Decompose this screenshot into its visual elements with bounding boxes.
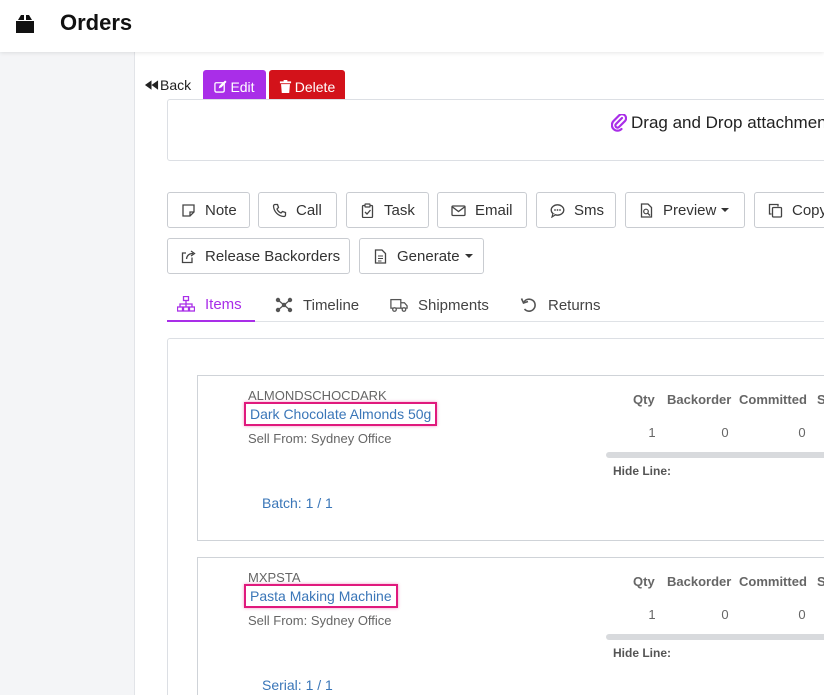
product-name-link[interactable]: Dark Chocolate Almonds 50g — [244, 402, 438, 426]
edit-label: Edit — [230, 78, 255, 95]
truck-icon — [390, 298, 408, 312]
item-sku: MXPSTA — [248, 570, 301, 585]
edit-icon — [214, 80, 227, 93]
file-text-icon — [374, 248, 387, 264]
tab-returns[interactable]: Returns — [510, 288, 611, 322]
trash-icon — [279, 80, 291, 93]
backorder-value: 0 — [721, 425, 729, 440]
paperclip-icon — [611, 114, 627, 132]
batch-link[interactable]: Batch: 1 / 1 — [262, 495, 333, 511]
item-sku: ALMONDSCHOCDARK — [248, 388, 387, 403]
back-button[interactable]: Back — [144, 77, 191, 93]
col-header-backorder: Backorder — [667, 392, 732, 407]
qty-value: 1 — [648, 425, 656, 440]
box-icon — [16, 15, 34, 33]
committed-value: 0 — [798, 607, 806, 622]
col-header-backorder: Backorder — [667, 574, 732, 589]
file-search-icon — [640, 202, 653, 218]
tab-shipments[interactable]: Shipments — [380, 288, 499, 322]
phone-icon — [272, 203, 287, 217]
qty-value: 1 — [648, 607, 656, 622]
call-label: Call — [296, 201, 322, 219]
sitemap-icon — [177, 296, 195, 312]
sell-from-text: Sell From: Sydney Office — [248, 613, 392, 628]
tab-returns-label: Returns — [548, 296, 601, 314]
hide-line-label: Hide Line: — [613, 646, 672, 660]
email-label: Email — [475, 201, 513, 219]
network-icon — [275, 297, 293, 313]
backorder-value: 0 — [721, 607, 729, 622]
share-icon — [181, 249, 196, 263]
backward-icon — [144, 80, 159, 90]
tab-items[interactable]: Items — [167, 288, 255, 322]
back-label: Back — [160, 77, 192, 93]
generate-label: Generate — [397, 247, 460, 265]
sell-from-text: Sell From: Sydney Office — [248, 431, 392, 446]
sms-chat-icon — [550, 203, 565, 218]
col-header-s: S — [817, 574, 824, 589]
envelope-icon — [451, 204, 466, 216]
dropzone-label: Drag and Drop attachmen — [631, 113, 824, 132]
generate-dropdown-button[interactable]: Generate — [359, 238, 484, 274]
note-icon — [182, 203, 195, 217]
tab-items-label: Items — [205, 295, 242, 313]
col-header-committed: Committed — [739, 392, 807, 407]
sms-button[interactable]: Sms — [536, 192, 616, 228]
col-header-qty: Qty — [633, 392, 655, 407]
task-label: Task — [384, 201, 415, 219]
delete-label: Delete — [294, 78, 336, 95]
col-header-committed: Committed — [739, 574, 807, 589]
release-backorders-label: Release Backorders — [205, 247, 341, 265]
clipboard-check-icon — [361, 202, 374, 218]
horizontal-scrollbar[interactable] — [606, 452, 824, 458]
copy-button[interactable]: Copy — [754, 192, 824, 228]
tab-shipments-label: Shipments — [418, 296, 489, 314]
sms-label: Sms — [574, 201, 604, 219]
caret-down-icon — [464, 254, 473, 258]
attachment-dropzone[interactable]: Drag and Drop attachmen — [167, 99, 824, 161]
tab-timeline[interactable]: Timeline — [265, 288, 369, 322]
page-title: Orders — [60, 10, 133, 35]
tab-timeline-label: Timeline — [303, 296, 360, 314]
col-header-qty: Qty — [633, 574, 655, 589]
order-line-item: ALMONDSCHOCDARK Dark Chocolate Almonds 5… — [197, 375, 824, 541]
horizontal-scrollbar[interactable] — [606, 634, 824, 640]
top-bar: Orders — [0, 0, 824, 52]
release-backorders-button[interactable]: Release Backorders — [167, 238, 350, 274]
col-header-s: S — [817, 392, 824, 407]
serial-link[interactable]: Serial: 1 / 1 — [262, 677, 333, 693]
left-pane — [0, 52, 134, 695]
hide-line-label: Hide Line: — [613, 464, 672, 478]
copy-label: Copy — [792, 201, 824, 219]
undo-icon — [520, 298, 536, 312]
caret-down-icon — [721, 208, 730, 212]
product-name-link[interactable]: Pasta Making Machine — [244, 584, 398, 608]
email-button[interactable]: Email — [437, 192, 527, 228]
preview-label: Preview — [663, 201, 717, 219]
copy-icon — [768, 203, 783, 218]
call-button[interactable]: Call — [258, 192, 337, 228]
committed-value: 0 — [798, 425, 806, 440]
note-button[interactable]: Note — [167, 192, 250, 228]
order-tabs: Items Timeline Shipments Returns — [167, 288, 824, 322]
task-button[interactable]: Task — [346, 192, 429, 228]
order-line-item: MXPSTA Pasta Making Machine Sell From: S… — [197, 557, 824, 695]
note-label: Note — [205, 201, 237, 219]
preview-dropdown-button[interactable]: Preview — [625, 192, 745, 228]
